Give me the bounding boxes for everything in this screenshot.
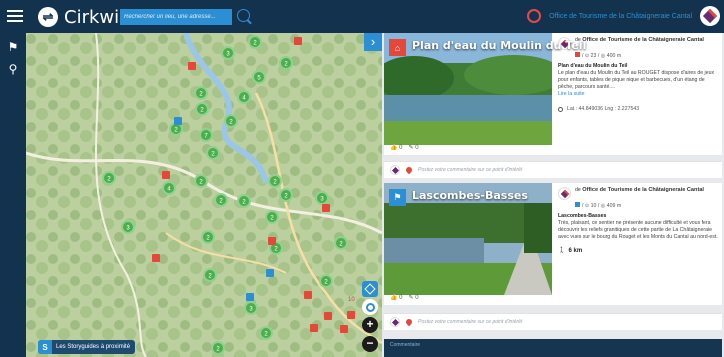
reactions: 👍 0 ✎ 0 [390, 294, 419, 301]
monument-category-icon: ⌂ [389, 39, 406, 56]
app-name: Cirkwi [64, 6, 120, 28]
trail-flag-category-icon: ⚑ [389, 189, 406, 206]
poi-card[interactable]: ⌂ Plan d'eau du Moulin du Teil de Office… [384, 33, 722, 155]
poi-stats: / ⊙ 23 / ◎ 400 m [575, 52, 718, 60]
zoom-out-icon: − [362, 336, 378, 352]
description-title: Plan d'eau du Moulin du Teil [558, 63, 628, 70]
composer-label: Commentaire [390, 342, 421, 348]
hamburger-menu-icon[interactable] [5, 7, 25, 26]
poi-marker[interactable] [324, 312, 332, 320]
thumbs-up-icon: 👍 [390, 295, 398, 301]
map-view[interactable]: 23252422272224222232322222322 10 [26, 33, 382, 357]
search-icon[interactable] [237, 9, 250, 22]
poi-marker[interactable] [162, 171, 170, 179]
read-more-link[interactable]: Lire la suite [558, 91, 718, 98]
layers-button[interactable] [362, 281, 378, 297]
storyguides-badge: S [38, 340, 52, 354]
comment-icon: ✎ [408, 295, 414, 301]
poi-marker[interactable] [246, 293, 254, 301]
poi-marker[interactable] [188, 62, 196, 70]
owner-link[interactable]: Office de Tourisme de la Châtaigneraie C… [549, 13, 692, 20]
comment-count[interactable]: ✎ 0 [409, 144, 419, 151]
poi-feed[interactable]: ⌂ Plan d'eau du Moulin du Teil de Office… [382, 33, 724, 357]
flag-icon[interactable]: ⚑ [0, 37, 26, 57]
poi-marker[interactable] [304, 291, 312, 299]
locate-button[interactable] [362, 299, 378, 315]
compass-icon[interactable] [527, 9, 542, 23]
owner-area: Office de Tourisme de la Châtaigneraie C… [527, 6, 720, 26]
poi-card[interactable]: ⚑ Lascombes-Basses de Office de Tourisme… [384, 183, 722, 305]
like-button[interactable]: 👍 0 [390, 294, 403, 301]
comment-box[interactable]: Postez votre commentaire sur ce point d'… [384, 313, 722, 330]
poi-marker[interactable] [340, 325, 348, 333]
user-avatar [390, 165, 400, 175]
zoom-in-icon: + [362, 317, 378, 333]
cluster-count-orange[interactable]: 10 [348, 297, 355, 303]
flag-icon [575, 202, 580, 207]
cirkwi-logo-icon: ⇌ [38, 7, 58, 27]
map-canvas[interactable]: 232524222722 24222 2 32322222322 10 [26, 33, 382, 357]
author-link[interactable]: Office de Tourisme de la Châtaigneraie C… [582, 37, 704, 43]
poi-title[interactable]: Lascombes-Basses [412, 189, 528, 202]
comment-count[interactable]: ✎ 0 [409, 294, 419, 301]
storyguides-label: Les Storyguides à proximité [56, 344, 131, 350]
description-text: Le plan d'eau du Moulin du Teil au ROUGE… [558, 70, 715, 91]
reactions: 👍 0 ✎ 0 [390, 144, 419, 151]
pin-icon [558, 107, 563, 113]
poi-meta: de Office de Tourisme de la Châtaignerai… [558, 187, 718, 255]
collapse-panel-chevron-icon[interactable]: › [364, 33, 382, 51]
poi-marker[interactable] [322, 204, 330, 212]
comment-box[interactable]: Postez votre commentaire sur ce point d'… [384, 161, 722, 178]
description-text: Très, plaisant, ce sentier ne présente a… [558, 220, 718, 241]
poi-marker[interactable] [294, 37, 302, 45]
heart-icon [404, 165, 414, 175]
poi-marker[interactable] [268, 237, 276, 245]
heart-icon [404, 317, 414, 327]
user-avatar [390, 317, 400, 327]
comment-composer[interactable]: Commentaire [384, 339, 722, 357]
owner-logo-icon[interactable] [700, 6, 720, 26]
map-pin-icon[interactable]: ⚲ [0, 59, 26, 79]
poi-stats: / ⊙ 10 / ◎ 409 m [575, 202, 718, 210]
poi-marker[interactable] [152, 254, 160, 262]
comment-placeholder[interactable]: Postez votre commentaire sur ce point d'… [418, 319, 522, 325]
description-title: Lascombes-Basses [558, 213, 607, 220]
author-link[interactable]: Office de Tourisme de la Châtaigneraie C… [582, 187, 704, 193]
search-input[interactable] [120, 9, 232, 25]
cirkwi-logo[interactable]: ⇌ Cirkwi [38, 6, 119, 28]
poi-marker[interactable] [347, 311, 355, 319]
layers-icon [364, 283, 376, 295]
owner-logo-icon [558, 187, 571, 200]
zoom-out-button[interactable]: − [362, 336, 378, 352]
left-rail: ⚑ ⚲ [0, 33, 26, 357]
comment-icon: ✎ [408, 145, 414, 151]
author-line: de Office de Tourisme de la Châtaignerai… [558, 187, 718, 200]
poi-marker[interactable] [174, 117, 182, 125]
storyguides-nearby-button[interactable]: S Les Storyguides à proximité [38, 340, 136, 354]
distance: 🚶 6 km [558, 248, 583, 255]
comment-placeholder[interactable]: Postez votre commentaire sur ce point d'… [418, 167, 522, 173]
hiker-icon: 🚶 [558, 248, 566, 255]
poi-marker[interactable] [266, 269, 274, 277]
poi-title[interactable]: Plan d'eau du Moulin du Teil [412, 39, 586, 52]
like-button[interactable]: 👍 0 [390, 144, 403, 151]
thumbs-up-icon: 👍 [390, 145, 398, 151]
by-prefix: de [575, 187, 581, 193]
zoom-in-button[interactable]: + [362, 317, 378, 333]
locate-icon [365, 302, 375, 312]
flag-icon [575, 52, 580, 57]
top-bar: ⇌ Cirkwi Office de Tourisme de la Châtai… [0, 0, 724, 33]
poi-marker[interactable] [310, 324, 318, 332]
coordinates: Lat : 44.849036 Lng : 2.227543 [558, 106, 718, 113]
